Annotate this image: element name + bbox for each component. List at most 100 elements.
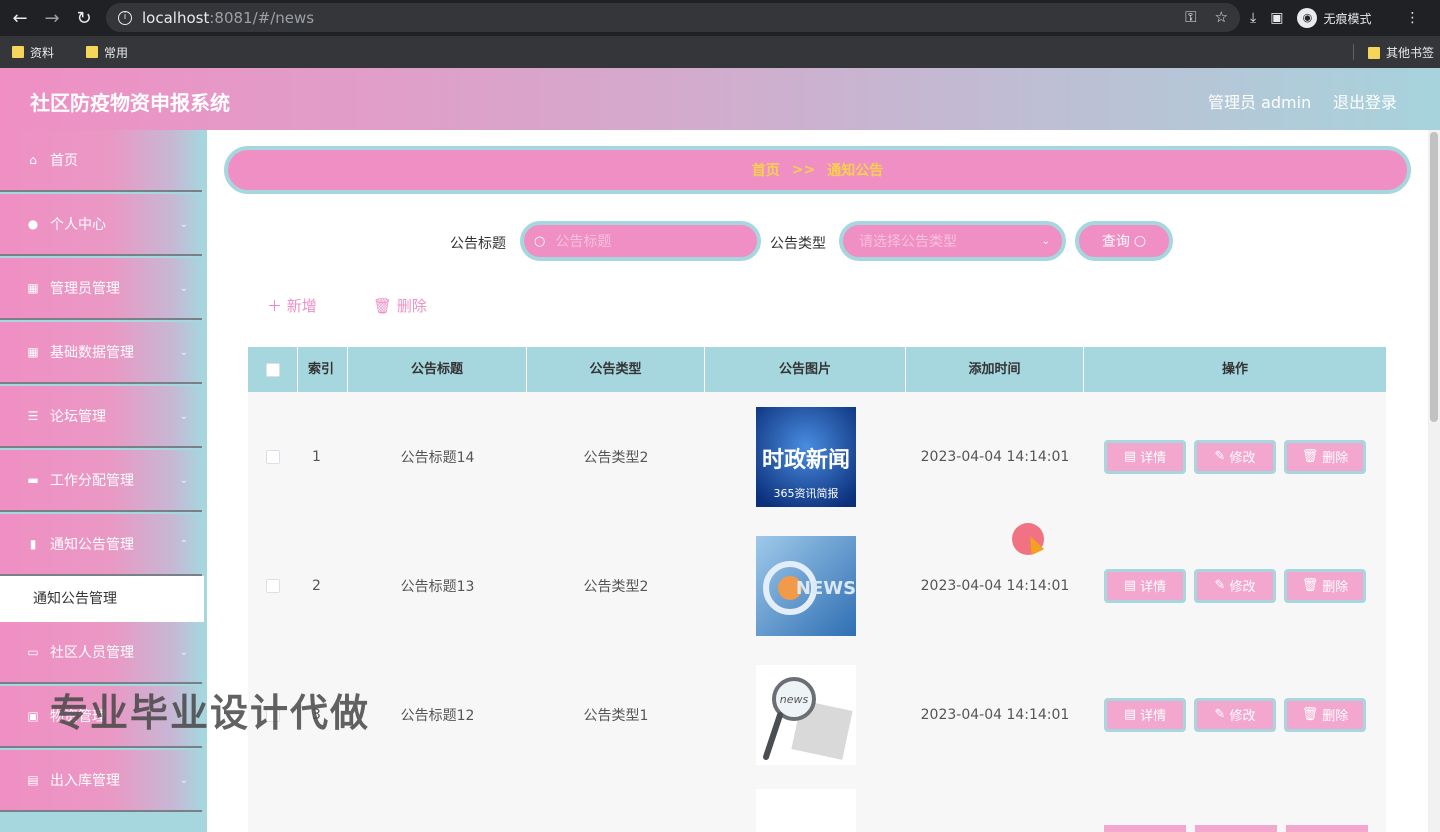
list-icon: ▤ [27,773,39,787]
cell-index: 1 [312,448,321,465]
thumb-title: news [779,693,808,706]
bulk-delete-button[interactable]: 🗑 删除 [373,295,427,316]
user-icon: ● [27,217,39,231]
title-search-input[interactable]: ○ 公告标题 [520,221,761,261]
type-placeholder: 请选择公告类型 [859,234,957,250]
bookmark-folder[interactable]: 常用 [86,44,128,61]
cell-image: NEWS [705,521,906,650]
edit-button[interactable]: ✎ 修改 [1194,439,1276,474]
doc-icon: ▤ [1123,578,1137,593]
url-host: localhost [142,8,210,27]
cell-image: news [705,650,906,779]
bar-chart-icon: ▮ [29,537,37,551]
cell-image: 时政新闻 365资讯简报 [705,392,906,521]
select-all-checkbox[interactable] [265,362,280,377]
news-thumbnail[interactable]: news [755,664,856,765]
delete-button[interactable] [1286,825,1368,832]
row-checkbox[interactable] [266,449,280,464]
sidebar-item-basedata[interactable]: ▦ 基础数据管理 ⌄ [0,322,202,384]
scrollbar-thumb[interactable] [1430,132,1438,422]
sidebar-item-residents[interactable]: ▭ 社区人员管理 ⌄ [0,622,202,684]
cell-title: 公告标题13 [400,578,475,595]
breadcrumb: 首页 >> 通知公告 [224,146,1411,194]
sidebar-item-work[interactable]: ▬ 工作分配管理 ⌄ [0,450,202,512]
search-icon: ○ [534,233,546,249]
sidebar-subitem-notice[interactable]: 通知公告管理 [0,576,204,622]
cell-title: 公告标题12 [400,707,475,724]
star-icon[interactable]: ☆ [1215,8,1228,26]
sidebar-item-profile[interactable]: ● 个人中心 ⌄ [0,194,202,256]
other-bookmarks[interactable]: 其他书签 [1367,44,1434,61]
delete-button[interactable]: 🗑 删除 [1284,568,1366,603]
sidepanel-icon[interactable]: ▣ [1270,10,1283,26]
cell-actions: ▤ 详情 ✎ 修改 🗑 删除 [1084,650,1386,779]
row-checkbox[interactable] [266,578,280,593]
grid-icon: ▦ [27,281,39,295]
grid-icon: ▦ [27,345,39,359]
pencil-icon: ✎ [1214,707,1226,722]
reload-icon[interactable]: ↻ [68,8,100,29]
edit-button[interactable] [1195,825,1277,832]
detail-button[interactable]: ▤ 详情 [1104,697,1186,732]
edit-button[interactable]: ✎ 修改 [1194,697,1276,732]
sidebar-item-home[interactable]: ⌂ 首页 [0,130,202,192]
chevron-down-icon: ⌄ [179,774,188,786]
sidebar-item-label: 论坛管理 [50,409,106,425]
news-thumbnail[interactable]: NEWS [755,535,856,636]
sidebar-item-admin[interactable]: ▦ 管理员管理 ⌄ [0,258,202,320]
detail-label: 详情 [1140,580,1167,595]
cell-title: 公告标题14 [400,449,475,466]
chevron-down-icon: ⌄ [179,646,188,658]
breadcrumb-current: 通知公告 [827,163,884,179]
cell-time: 2023-04-04 14:14:01 [920,706,1070,723]
back-icon[interactable]: ← [4,8,36,29]
pencil-icon: ✎ [1214,449,1226,464]
type-filter-label: 公告类型 [770,236,826,252]
info-icon[interactable]: i [118,10,132,25]
address-bar[interactable]: i localhost:8081/#/news ⚿ ☆ [106,3,1240,32]
news-thumbnail[interactable] [756,789,856,832]
logout-link[interactable]: 退出登录 [1333,89,1397,113]
detail-button[interactable]: ▤ 详情 [1104,439,1186,474]
doc-icon: ▤ [1123,449,1137,464]
detail-button[interactable]: ▤ 详情 [1104,568,1186,603]
cell-actions: ▤ 详情 ✎ 修改 🗑 删除 [1084,521,1386,650]
menu-icon[interactable]: ⋮ [1405,10,1419,26]
row-checkbox-cell [248,392,298,521]
pencil-icon: ✎ [1214,578,1226,593]
breadcrumb-home[interactable]: 首页 [752,160,780,180]
sidebar-item-notice[interactable]: ▮ 通知公告管理 ⌃ [0,514,202,576]
detail-button[interactable] [1104,825,1186,832]
ticket-icon: ▭ [27,645,39,659]
bookmark-label: 常用 [104,45,129,60]
chevron-down-icon: ⌄ [179,346,188,358]
folder-icon [12,46,24,58]
forward-icon[interactable]: → [36,8,68,29]
edit-button[interactable]: ✎ 修改 [1194,568,1276,603]
delete-button[interactable]: 🗑 删除 [1284,697,1366,732]
current-user: 管理员 admin [1208,93,1312,112]
table-row: 3 公告标题12 公告类型1 news 2023-04-04 14:14:01 … [248,650,1386,779]
incognito-indicator[interactable]: ◉ 无痕模式 [1297,8,1371,28]
sidebar-item-label: 管理员管理 [50,281,120,297]
table-row: 2 公告标题13 公告类型2 NEWS 2023-04-04 14:14:01 … [248,521,1386,650]
type-select[interactable]: 请选择公告类型 ⌄ [839,221,1066,261]
bookmark-folder[interactable]: 资料 [12,44,54,61]
page-scrollbar[interactable] [1428,130,1440,832]
add-button[interactable]: ＋ 新增 [267,295,317,316]
download-icon[interactable]: ⤓ [1250,10,1256,26]
sidebar-item-label: 通知公告管理 [50,537,134,553]
key-icon[interactable]: ⚿ [1185,8,1196,26]
cell-time: 2023-04-04 14:14:01 [920,448,1070,465]
query-button[interactable]: 查询 ○ [1075,221,1173,261]
divider [1353,44,1354,60]
edit-label: 修改 [1229,580,1256,595]
sidebar-item-stock[interactable]: ▤ 出入库管理 ⌄ [0,750,202,812]
delete-button[interactable]: 🗑 删除 [1284,439,1366,474]
sidebar-item-forum[interactable]: ☰ 论坛管理 ⌄ [0,386,202,448]
detail-label: 详情 [1140,451,1167,466]
table-header: 索引 公告标题 公告类型 公告图片 添加时间 操作 [248,347,1386,392]
news-thumbnail[interactable]: 时政新闻 365资讯简报 [755,406,856,507]
title-placeholder: 公告标题 [555,234,612,250]
thumb-subtitle: 365资讯简报 [773,486,838,500]
